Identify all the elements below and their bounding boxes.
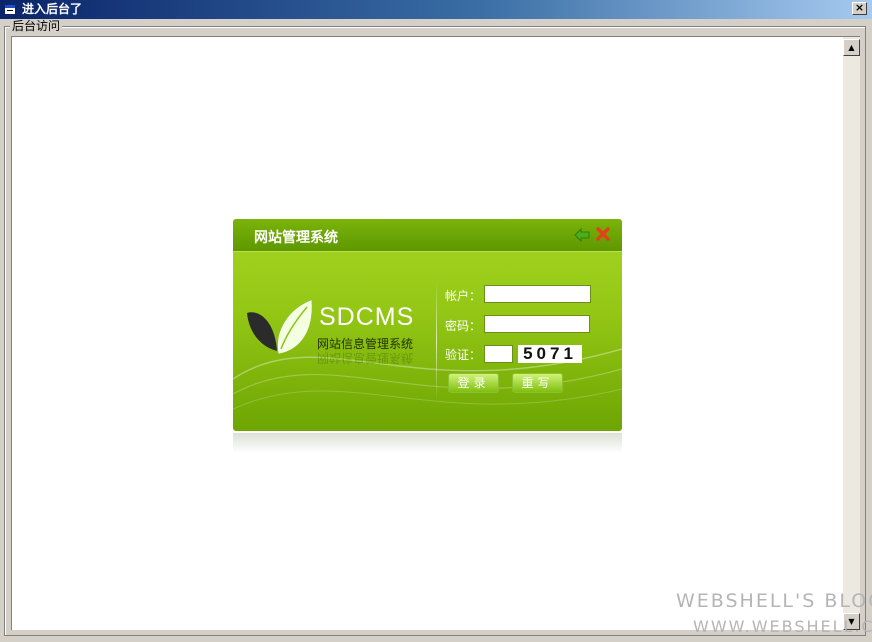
panel-divider bbox=[436, 281, 437, 401]
panel-reflection bbox=[233, 433, 622, 453]
window-icon bbox=[5, 5, 15, 14]
panel-header: 网站管理系统 bbox=[233, 219, 622, 252]
username-input[interactable] bbox=[484, 285, 591, 303]
browser-content: ▲ ▼ 网站管理系统 SDCMS 网站信息管理系统 网站信息管理系统 帐户： 密… bbox=[11, 36, 860, 630]
scroll-up-button[interactable]: ▲ bbox=[843, 39, 860, 56]
captcha-label: 验证： bbox=[445, 348, 482, 362]
close-x-icon[interactable] bbox=[596, 227, 610, 241]
close-button[interactable]: × bbox=[852, 2, 867, 15]
groupbox-label: 后台访问 bbox=[10, 19, 63, 33]
window-title: 进入后台了 bbox=[22, 2, 83, 16]
vertical-scrollbar[interactable]: ▲ ▼ bbox=[843, 37, 860, 630]
panel-title: 网站管理系统 bbox=[254, 230, 338, 246]
watermark-line1: WEBSHELL'S BLOG bbox=[676, 590, 872, 612]
login-button[interactable]: 登录 bbox=[448, 373, 499, 393]
watermark-line2: WWW.WEBSHELL.CC bbox=[693, 617, 872, 636]
username-label: 帐户： bbox=[445, 289, 482, 303]
window-titlebar: 进入后台了 × bbox=[0, 0, 872, 19]
back-arrow-icon[interactable] bbox=[574, 228, 590, 242]
captcha-image[interactable]: 5071 bbox=[518, 345, 582, 363]
login-panel: 网站管理系统 SDCMS 网站信息管理系统 网站信息管理系统 帐户： 密码： 验… bbox=[233, 219, 622, 431]
reset-button[interactable]: 重写 bbox=[512, 373, 563, 393]
captcha-input[interactable] bbox=[484, 345, 513, 363]
leaf-logo-icon bbox=[247, 300, 312, 354]
password-input[interactable] bbox=[484, 315, 590, 333]
brand-subtitle-reflection: 网站信息管理系统 bbox=[317, 351, 414, 365]
brand-name: SDCMS bbox=[319, 303, 415, 331]
password-label: 密码： bbox=[445, 319, 482, 333]
